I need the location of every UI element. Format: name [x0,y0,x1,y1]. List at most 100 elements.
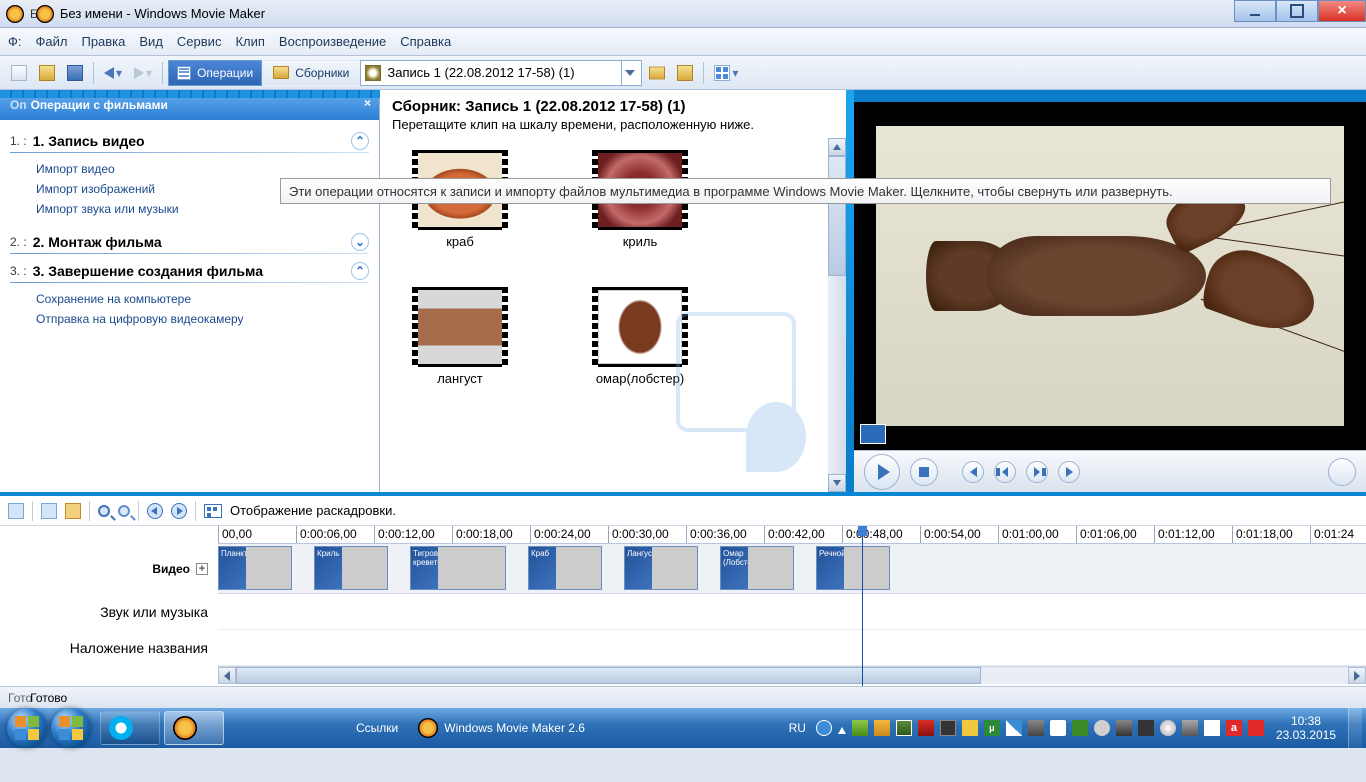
undo-button[interactable]: ▾ [99,60,127,86]
tray-icon[interactable] [940,720,956,736]
tray-clock[interactable]: 10:38 23.03.2015 [1270,714,1342,743]
tray-icon[interactable] [1138,720,1154,736]
timeline-tool-1-icon[interactable] [8,503,24,519]
timeline-clip[interactable]: Краб [528,546,602,590]
task-pane-close[interactable]: × [364,96,371,110]
tray-flag-icon[interactable] [1050,720,1066,736]
open-button[interactable] [34,60,60,86]
new-project-button[interactable] [6,60,32,86]
menu-view[interactable]: Вид [139,34,163,49]
scroll-left-button[interactable] [218,667,236,684]
tray-utorrent-icon[interactable]: μ [984,720,1000,736]
audio-track[interactable] [218,594,1366,630]
storyboard-label[interactable]: Отображение раскадровки. [230,503,396,518]
tray-icon[interactable] [1028,720,1044,736]
stop-button[interactable] [910,458,938,486]
rewind-button[interactable] [994,461,1016,483]
timeline-h-scrollbar[interactable] [218,666,1366,684]
minimize-button[interactable] [1234,0,1276,22]
taskbar-skype[interactable] [100,711,160,745]
chevron-down-icon[interactable] [621,61,637,85]
forward-button[interactable] [1026,461,1048,483]
timeline-ruler[interactable]: 00,000:00:06,000:00:12,000:00:18,000:00:… [218,526,1366,544]
operations-toggle[interactable]: Операции [168,60,262,86]
redo-button[interactable]: ▾ [129,60,157,86]
timeline-tracks[interactable]: 00,000:00:06,000:00:12,000:00:18,000:00:… [218,526,1366,686]
task-section-1[interactable]: 1. : 1. Запись видео ⌃ [10,132,369,150]
timeline-clip[interactable]: Тигров креветка [410,546,506,590]
zoom-out-icon[interactable] [118,505,130,517]
timeline-clip[interactable]: Лангуст [624,546,698,590]
task-section-2[interactable]: 2. : 2. Монтаж фильма ⌄ [10,233,369,251]
menu-edit[interactable]: Правка [81,34,125,49]
timeline-clip[interactable]: Омар (Лобстер) [720,546,794,590]
timeline-rewind-icon[interactable] [147,503,163,519]
chevron-down-icon[interactable]: ⌄ [351,233,369,251]
scroll-track[interactable] [236,667,1348,684]
zoom-in-icon[interactable] [98,505,110,517]
menu-playback[interactable]: Воспроизведение [279,34,386,49]
expand-track-button[interactable]: + [196,563,208,575]
chevron-up-icon[interactable]: ⌃ [351,132,369,150]
nav-up-button[interactable] [644,60,670,86]
playhead[interactable] [862,526,863,686]
timeline-play-icon[interactable] [171,503,187,519]
timeline-narrate-icon[interactable] [65,503,81,519]
task-section-3[interactable]: 3. : 3. Завершение создания фильма ⌃ [10,262,369,280]
save-button[interactable] [62,60,88,86]
tray-antivirus-icon[interactable] [918,720,934,736]
tray-icon[interactable] [896,720,912,736]
timeline-tool-2-icon[interactable] [41,503,57,519]
collections-toggle[interactable]: Сборники [264,60,358,86]
save-to-computer-link[interactable]: Сохранение на компьютере [10,289,369,309]
split-button[interactable] [1328,458,1356,486]
tray-volume-icon[interactable] [1204,720,1220,736]
timeline-clip[interactable]: Криль [314,546,388,590]
tray-icon[interactable] [852,720,868,736]
storyboard-icon[interactable] [204,504,222,518]
taskbar-links-label[interactable]: Ссылки [356,721,398,735]
tray-icon[interactable] [1072,720,1088,736]
timeline-clip[interactable]: Планкт [218,546,292,590]
language-indicator[interactable]: RU [785,721,810,735]
vertical-splitter[interactable] [846,90,854,492]
scroll-thumb[interactable] [236,667,981,684]
tray-icon[interactable] [1006,720,1022,736]
menu-help[interactable]: Справка [400,34,451,49]
play-button[interactable] [864,454,900,490]
show-desktop-button[interactable] [1348,708,1362,748]
tray-icon[interactable] [962,720,978,736]
import-video-link[interactable]: Импорт видео [10,159,369,179]
clip-item[interactable]: омар(лобстер) [580,287,700,386]
scroll-down-button[interactable] [828,474,846,492]
maximize-button[interactable] [1276,0,1318,22]
tray-icon[interactable] [1116,720,1132,736]
tray-icon[interactable] [874,720,890,736]
fullscreen-button[interactable] [860,424,886,444]
tray-icon[interactable]: a [1226,720,1242,736]
tray-hidden-icons[interactable] [838,723,846,734]
tray-icon[interactable] [1160,720,1176,736]
scroll-thumb[interactable] [828,156,846,276]
tray-help-icon[interactable] [816,720,832,736]
taskbar-wmm[interactable] [164,711,224,745]
taskbar-app-button[interactable]: Windows Movie Maker 2.6 [418,718,585,738]
scroll-up-button[interactable] [828,138,846,156]
close-button[interactable] [1318,0,1366,22]
collection-combobox[interactable]: Запись 1 (22.08.2012 17-58) (1) [360,60,642,86]
menu-file[interactable]: Файл [36,34,68,49]
timeline-clip[interactable]: Речной [816,546,890,590]
tray-icon[interactable] [1094,720,1110,736]
tray-icon[interactable] [1248,720,1264,736]
next-frame-button[interactable] [1058,461,1080,483]
send-to-camera-link[interactable]: Отправка на цифровую видеокамеру [10,309,369,329]
clip-item[interactable]: лангуст [400,287,520,386]
tray-network-icon[interactable] [1182,720,1198,736]
menu-service[interactable]: Сервис [177,34,222,49]
view-mode-button[interactable]: ▾ [709,60,743,86]
title-track[interactable] [218,630,1366,666]
menu-clip[interactable]: Клип [235,34,264,49]
video-track[interactable]: Планкт Криль Тигров креветка Краб Лангуст Ома… [218,544,1366,594]
chevron-up-icon[interactable]: ⌃ [351,262,369,280]
new-folder-button[interactable] [672,60,698,86]
